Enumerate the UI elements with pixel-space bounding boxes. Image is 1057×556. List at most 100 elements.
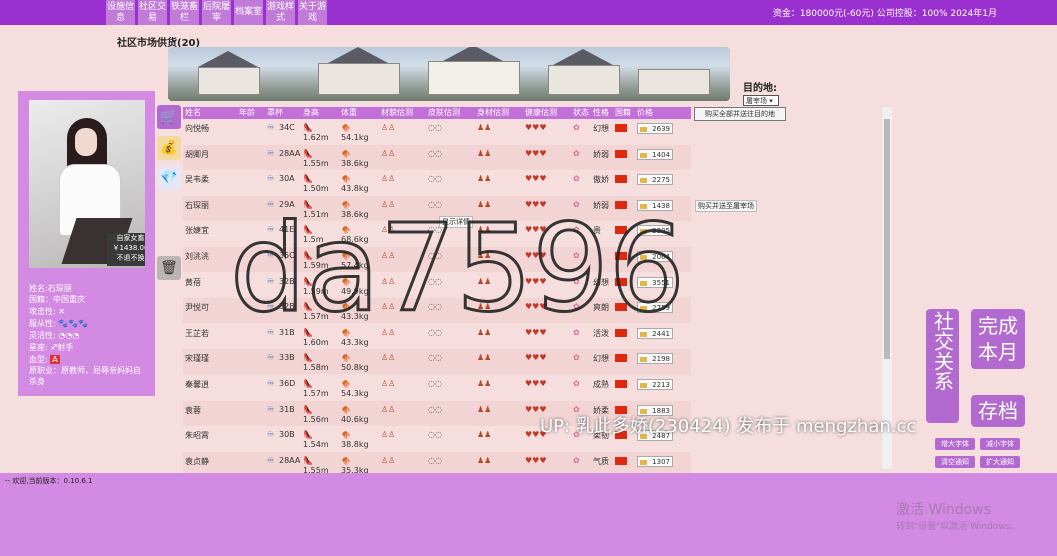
activate-subtitle: 转到"设置"以激活 Windows。 bbox=[896, 522, 1020, 532]
profile-panel: 自家女畜 ￥1438.00 不退不换 姓名:石琛丽 国籍：中国重庆 攻击性: ✕… bbox=[18, 91, 155, 396]
price-tag: 自家女畜 ￥1438.00 不退不换 bbox=[107, 233, 145, 266]
table-row[interactable]: 黄蓓 ♾ 32B 👠 1.59m 🍖 49.9kg ♙♙ ◌◌ ♟♟ ♥♥♥ ✿ 幻想 3551 bbox=[183, 272, 691, 298]
meat-icon: 🍖 bbox=[341, 251, 351, 260]
meat-icon: 🍖 bbox=[341, 148, 351, 158]
skin-icon: ◌◌ bbox=[428, 123, 442, 132]
health-icon: ♥♥♥ bbox=[525, 148, 547, 158]
looks-icon: ♙♙ bbox=[381, 148, 396, 158]
heel-icon: 👠 bbox=[303, 404, 313, 414]
row-height: 1.55m bbox=[303, 158, 329, 168]
row-price: 2064 bbox=[637, 251, 673, 262]
cart-icon[interactable]: 🛒 bbox=[157, 105, 181, 129]
cup-icon: ♾ bbox=[267, 379, 275, 388]
cup-icon: ♾ bbox=[267, 199, 275, 209]
skin-icon: ◌◌ bbox=[428, 327, 442, 337]
show-details-button[interactable]: 显示详情 bbox=[439, 216, 473, 229]
table-row[interactable]: 王芷若 ♾ 31B 👠 1.60m 🍖 43.3kg ♙♙ ◌◌ ♟♟ ♥♥♥ ✿ 活泼 2441 bbox=[183, 323, 691, 349]
table-row[interactable]: 张婕宜 ♾ 41E 👠 1.5m 🍖 68.6kg ♙♙ ◌◌ ♟♟ ♥♥♥ ✿ 贵 2305 显示详情 bbox=[183, 216, 691, 247]
heel-icon: 👠 bbox=[303, 327, 313, 337]
buy-all-button[interactable]: 购买全部并送往目的地 bbox=[694, 107, 786, 121]
profile-obedience: 服从性: 🐾🐾🐾 bbox=[29, 319, 89, 328]
row-cup: 28AA bbox=[279, 148, 301, 158]
table-row[interactable]: 宋瑾瑾 ♾ 33B 👠 1.58m 🍖 50.8kg ♙♙ ◌◌ ♟♟ ♥♥♥ ✿ 幻想 2198 bbox=[183, 349, 691, 375]
skin-icon: ◌◌ bbox=[428, 455, 442, 465]
heel-icon: 👠 bbox=[303, 199, 313, 209]
menu-facilities[interactable]: 设施信息 bbox=[106, 0, 135, 25]
row-height: 1.58m bbox=[303, 363, 329, 373]
row-cup: 29A bbox=[279, 199, 295, 209]
row-name: 尹悦可 bbox=[185, 303, 209, 313]
china-flag-icon bbox=[615, 200, 627, 209]
heel-icon: 👠 bbox=[303, 276, 313, 286]
figure-icon: ♟♟ bbox=[477, 430, 492, 440]
table-row[interactable]: 吴韦柔 ♾ 30A 👠 1.50m 🍖 43.8kg ♙♙ ◌◌ ♟♟ ♥♥♥ ✿ 傲娇 2275 bbox=[183, 170, 691, 196]
increase-font-button[interactable]: 增大字体 bbox=[935, 438, 975, 450]
trash-icon[interactable]: 🗑 bbox=[157, 256, 181, 280]
row-trait: 爽朗 bbox=[593, 303, 609, 313]
health-icon: ♥♥♥ bbox=[525, 225, 547, 235]
looks-icon: ♙♙ bbox=[381, 302, 396, 312]
save-button[interactable]: 存档 bbox=[971, 395, 1025, 427]
health-icon: ♥♥♥ bbox=[525, 199, 547, 209]
table-row[interactable]: 石琛丽 ♾ 29A 👠 1.51m 🍖 38.6kg ♙♙ ◌◌ ♟♟ ♥♥♥ ✿ 娇弱 1438 购买并送… bbox=[183, 195, 757, 221]
menu-community-trade[interactable]: 社区交易 bbox=[138, 0, 167, 25]
table-row[interactable]: 胡卿月 ♾ 28AA 👠 1.55m 🍖 38.6kg ♙♙ ◌◌ ♟♟ ♥♥♥ ✿ 娇弱 1404 bbox=[183, 144, 691, 170]
menu-cage-pen[interactable]: 铁笼畜栏 bbox=[170, 0, 199, 25]
scrollbar-thumb[interactable] bbox=[884, 119, 890, 359]
profile-name: 姓名:石琛丽 bbox=[29, 284, 72, 293]
destination-select[interactable]: 屠宰场 ▾ bbox=[743, 95, 779, 106]
header-figure: 身材估测 bbox=[477, 108, 509, 117]
table-row[interactable]: 向悦畅 ♾ 34C 👠 1.62m 🍖 54.1kg ♙♙ ◌◌ ♟♟ ♥♥♥ ✿ 幻想 2639 bbox=[183, 119, 691, 144]
header-age: 年龄 bbox=[239, 108, 255, 117]
table-row[interactable]: 尹悦可 ♾ 32B 👠 1.57m 🍖 43.3kg ♙♙ ◌◌ ♟♟ ♥♥♥ ✿ 爽朗 2759 bbox=[183, 298, 691, 324]
skin-icon: ◌◌ bbox=[428, 251, 442, 260]
heel-icon: 👠 bbox=[303, 455, 313, 465]
social-relations-button[interactable]: 社交关系 bbox=[926, 309, 959, 423]
heel-icon: 👠 bbox=[303, 379, 313, 388]
cup-icon: ♾ bbox=[267, 353, 275, 363]
version-text: -- 欢迎,当前版本：0.10.6.1 bbox=[5, 477, 93, 485]
china-flag-icon bbox=[615, 149, 627, 158]
money-bag-icon[interactable]: 💰 bbox=[157, 136, 181, 160]
expand-notifications-button[interactable]: 扩大通知 bbox=[980, 456, 1020, 468]
row-name: 石琛丽 bbox=[185, 200, 209, 210]
row-height: 1.57m bbox=[303, 389, 329, 398]
cup-icon: ♾ bbox=[267, 276, 275, 286]
state-icon: ✿ bbox=[573, 225, 580, 235]
meat-icon: 🍖 bbox=[341, 225, 351, 235]
menu-game-style[interactable]: 游戏样式 bbox=[266, 0, 295, 25]
finish-month-button[interactable]: 完成本月 bbox=[971, 309, 1025, 369]
paw-icon: 🐾🐾🐾 bbox=[58, 319, 89, 328]
looks-icon: ♙♙ bbox=[381, 123, 396, 132]
clear-notifications-button[interactable]: 清空通知 bbox=[935, 456, 975, 468]
row-weight: 38.8kg bbox=[341, 440, 369, 450]
heel-icon: 👠 bbox=[303, 225, 313, 235]
heel-icon: 👠 bbox=[303, 302, 313, 312]
state-icon: ✿ bbox=[573, 148, 580, 158]
state-icon: ✿ bbox=[573, 327, 580, 337]
profile-region: 国籍：中国重庆 bbox=[29, 295, 85, 304]
row-weight: 38.6kg bbox=[341, 209, 369, 219]
activate-windows-notice: 激活 Windows 转到"设置"以激活 Windows。 bbox=[896, 499, 1019, 532]
menu-archive[interactable]: 档案室 bbox=[234, 0, 263, 25]
buy-and-send-button[interactable]: 购买并送至屠宰场 bbox=[695, 199, 757, 212]
meat-icon: 🍖 bbox=[341, 199, 351, 209]
table-row[interactable]: 刘洮洮 ♾ 35C 👠 1.59m 🍖 57.4kg ♙♙ ◌◌ ♟♟ ♥♥♥ ✿ 2064 bbox=[183, 247, 691, 272]
row-weight: 49.9kg bbox=[341, 286, 369, 296]
row-trait: 娇弱 bbox=[593, 149, 609, 159]
header-looks: 材貌估测 bbox=[381, 108, 413, 117]
table-row[interactable]: 秦馨逍 ♾ 36D 👠 1.57m 🍖 54.3kg ♙♙ ◌◌ ♟♟ ♥♥♥ ✿ 成熟 2213 bbox=[183, 375, 691, 400]
looks-icon: ♙♙ bbox=[381, 174, 396, 184]
row-price: 1404 bbox=[637, 148, 673, 160]
diamond-icon[interactable]: 💎 bbox=[157, 166, 181, 190]
state-icon: ✿ bbox=[573, 123, 580, 132]
menu-backyard[interactable]: 后院屠宰 bbox=[202, 0, 231, 25]
header-weight: 体重 bbox=[341, 108, 357, 117]
china-flag-icon bbox=[615, 175, 627, 184]
skin-icon: ◌◌ bbox=[428, 199, 442, 209]
menu-about[interactable]: 关于游戏 bbox=[298, 0, 327, 25]
decrease-font-button[interactable]: 减小字体 bbox=[980, 438, 1020, 450]
row-height: 1.5m bbox=[303, 235, 324, 245]
state-icon: ✿ bbox=[573, 302, 580, 312]
health-icon: ♥♥♥ bbox=[525, 123, 547, 132]
